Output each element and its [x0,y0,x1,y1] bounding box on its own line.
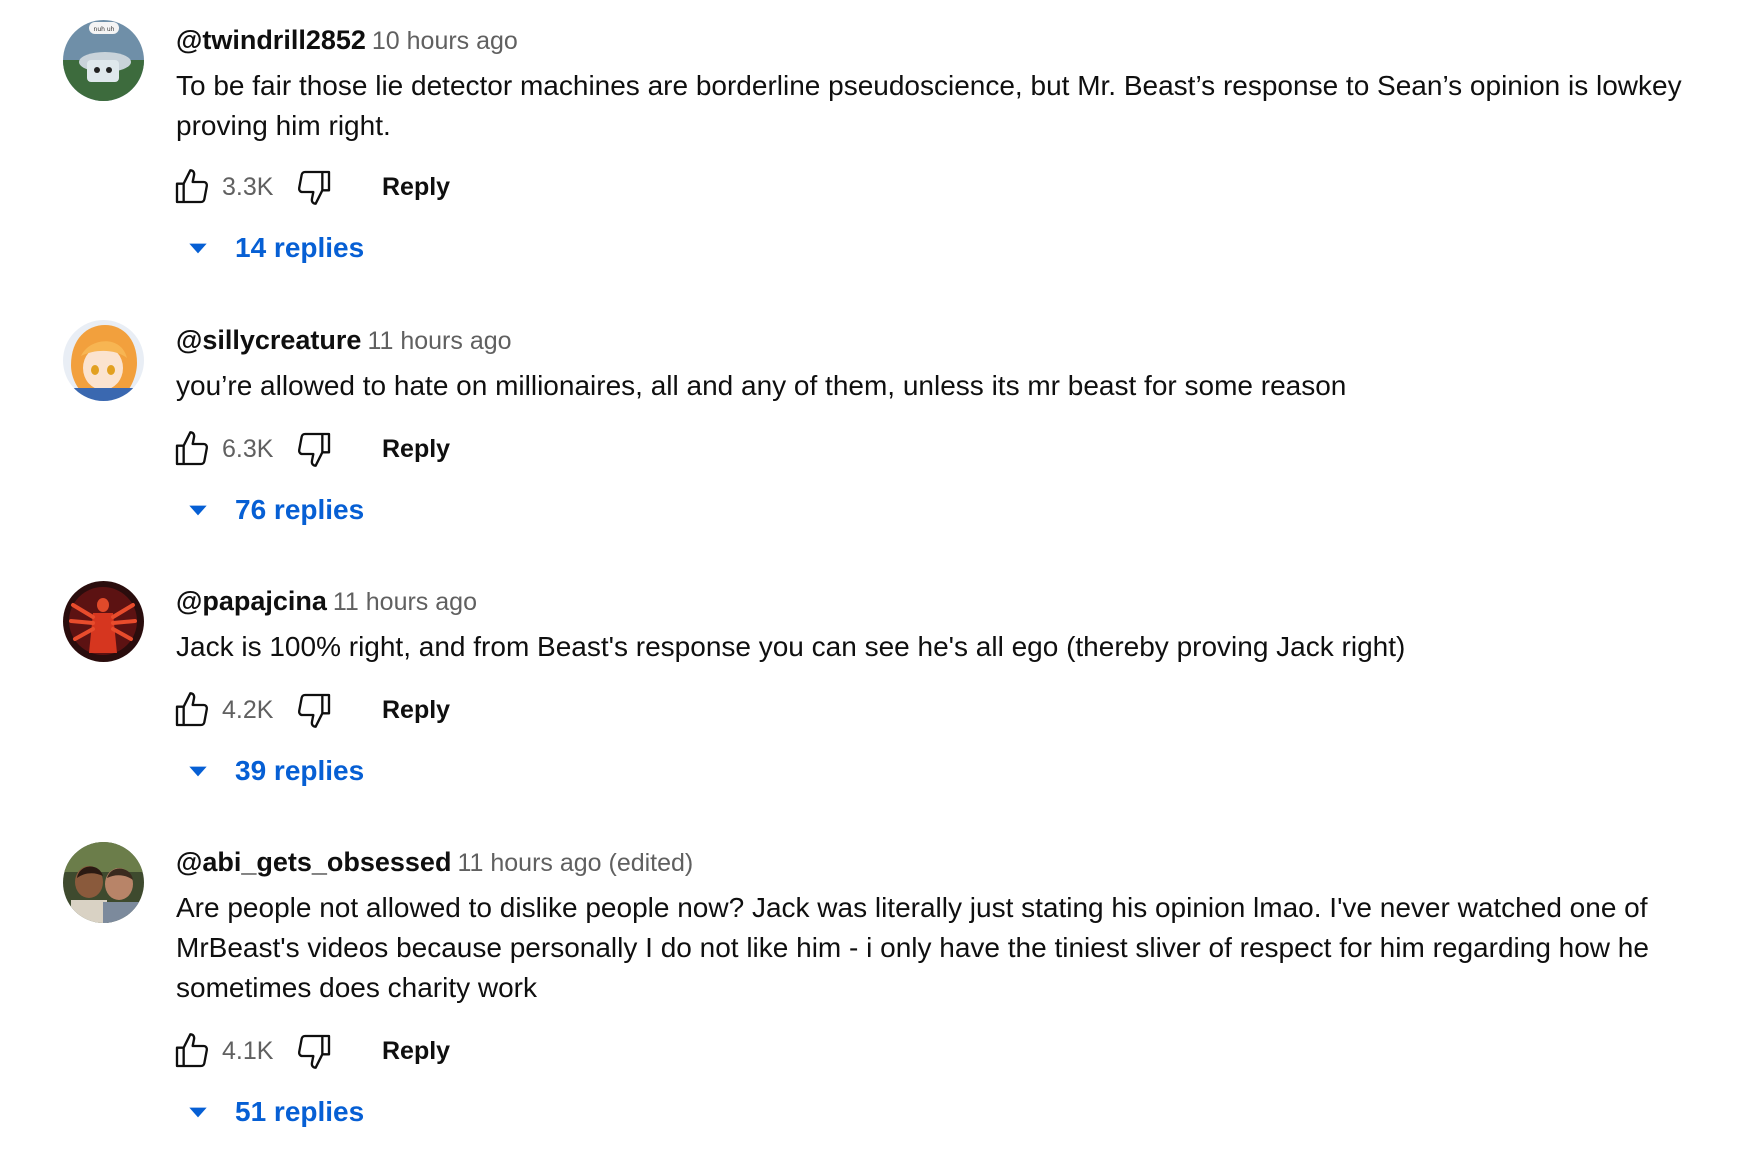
reply-button[interactable]: Reply [382,173,450,202]
thumbs-up-icon [175,431,209,466]
comment-text: Are people not allowed to dislike people… [176,892,1649,1003]
author-name[interactable]: @papajcina [176,586,327,616]
timestamp[interactable]: 10 hours ago [372,27,518,55]
avatar[interactable]: nuh uh [63,20,144,101]
timestamp[interactable]: 11 hours ago (edited) [457,849,693,877]
avatar-image-icon [63,581,144,662]
comment-thread: @papajcina 11 hours ago Jack is 100% righ… [0,581,1752,821]
comment-body: @sillycreature 11 hours ago you’re allowe… [176,320,1712,406]
comment-body: @papajcina 11 hours ago Jack is 100% righ… [176,581,1712,667]
thumbs-up-icon [175,169,209,204]
comment-header: @twindrill2852 10 hours ago [176,20,1712,60]
author-name[interactable]: @abi_gets_obsessed [176,847,451,877]
author-name[interactable]: @sillycreature [176,325,361,355]
comment-body: @twindrill2852 10 hours ago To be fair th… [176,20,1712,146]
comment-text: you’re allowed to hate on millionaires, … [176,370,1347,401]
caret-down-icon [189,505,207,516]
replies-count: 14 replies [235,232,365,263]
thumbs-up-icon [175,1033,209,1068]
comment-thread: @sillycreature 11 hours ago you’re allowe… [0,320,1752,560]
caret-down-icon [189,243,207,254]
dislike-button[interactable] [294,1031,334,1071]
avatar[interactable] [63,581,144,662]
view-replies-button[interactable]: 39 replies [185,746,364,796]
caret-down-icon [189,766,207,777]
avatar[interactable] [63,320,144,401]
comment-text: Jack is 100% right, and from Beast's res… [176,631,1406,662]
replies-count: 76 replies [235,494,365,525]
like-count: 6.3K [222,434,274,463]
thumbs-up-icon [175,692,209,727]
like-button[interactable] [172,167,212,207]
comment-actions: 6.3K Reply [172,424,450,474]
like-button[interactable] [172,429,212,469]
caret-down-icon [189,1107,207,1118]
timestamp[interactable]: 11 hours ago [367,327,511,355]
replies-count: 39 replies [235,755,365,786]
avatar-image-icon: nuh uh [63,20,144,101]
view-replies-button[interactable]: 51 replies [185,1087,364,1137]
comment-header: @papajcina 11 hours ago [176,581,1712,621]
thumbs-down-icon [297,170,331,205]
thumbs-down-icon [297,1034,331,1069]
comment-header: @sillycreature 11 hours ago [176,320,1712,360]
comment-actions: 3.3K Reply [172,162,450,212]
comments-section: nuh uh @twindrill2852 10 hours ago To be … [0,0,1752,1156]
comment-actions: 4.1K Reply [172,1026,450,1076]
avatar-image-icon [63,320,144,401]
like-button[interactable] [172,690,212,730]
dislike-button[interactable] [294,167,334,207]
thumbs-down-icon [297,693,331,728]
avatar-image-icon [63,842,144,923]
comment-text: To be fair those lie detector machines a… [176,70,1682,141]
avatar[interactable] [63,842,144,923]
svg-text:nuh uh: nuh uh [94,26,115,33]
like-button[interactable] [172,1031,212,1071]
view-replies-button[interactable]: 76 replies [185,485,364,535]
like-count: 4.2K [222,695,274,724]
comment-body: @abi_gets_obsessed 11 hours ago (edited) … [176,842,1712,1008]
reply-button[interactable]: Reply [382,435,450,464]
like-count: 3.3K [222,172,274,201]
timestamp[interactable]: 11 hours ago [333,588,477,616]
comment-actions: 4.2K Reply [172,685,450,735]
thumbs-down-icon [297,432,331,467]
comment-header: @abi_gets_obsessed 11 hours ago (edited) [176,842,1712,882]
dislike-button[interactable] [294,690,334,730]
dislike-button[interactable] [294,429,334,469]
reply-button[interactable]: Reply [382,696,450,725]
comment-thread: nuh uh @twindrill2852 10 hours ago To be … [0,20,1752,300]
view-replies-button[interactable]: 14 replies [185,223,364,273]
like-count: 4.1K [222,1036,274,1065]
reply-button[interactable]: Reply [382,1037,450,1066]
author-name[interactable]: @twindrill2852 [176,25,366,55]
comment-thread: @abi_gets_obsessed 11 hours ago (edited) … [0,842,1752,1152]
replies-count: 51 replies [235,1096,365,1127]
